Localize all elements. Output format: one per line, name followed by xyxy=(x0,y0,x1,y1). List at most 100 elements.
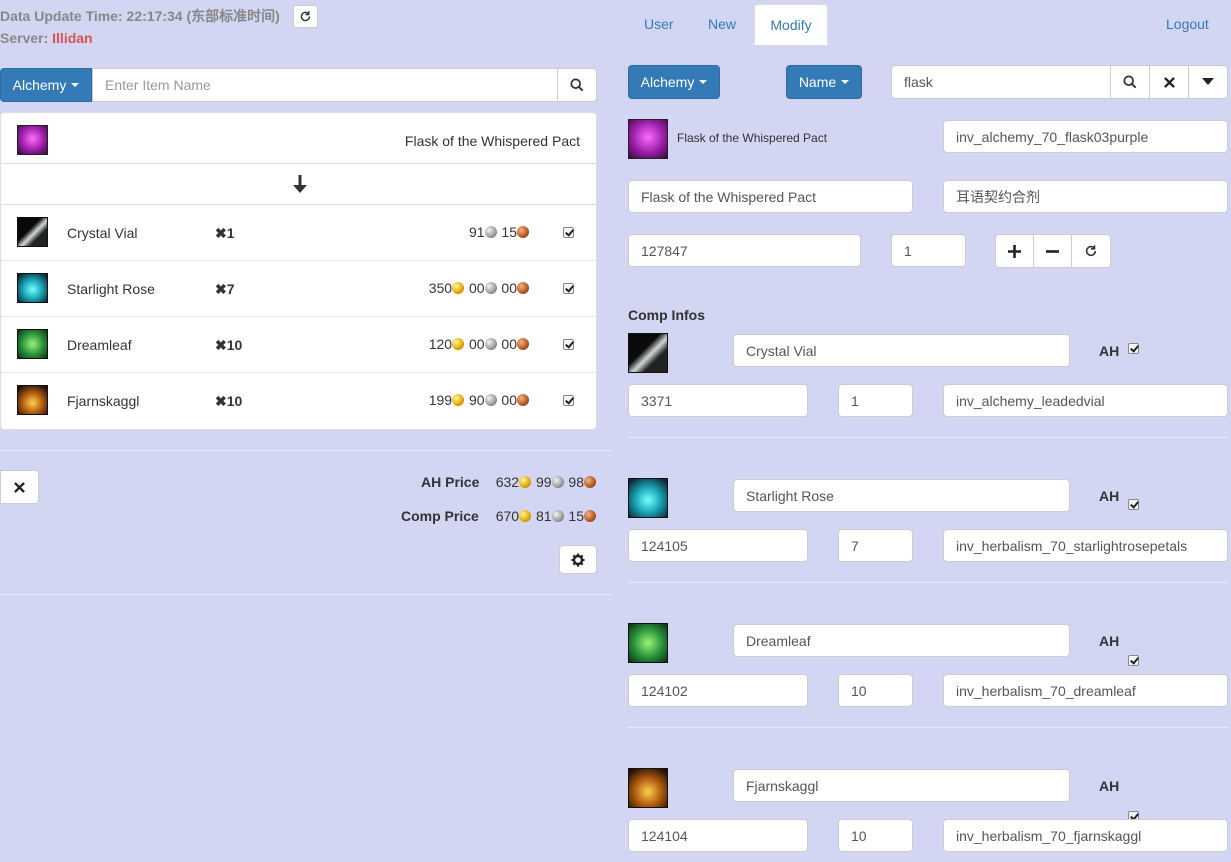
silver-coin-icon xyxy=(484,338,497,350)
ah-label: AH xyxy=(1099,778,1120,794)
flask-icon xyxy=(17,125,48,155)
silver-coin-icon xyxy=(484,282,497,294)
starlight-rose-icon xyxy=(17,273,48,303)
component-row[interactable]: Crystal Vial ✖1 91 15 xyxy=(1,205,596,261)
ah-price: 632 99 98 xyxy=(496,474,597,490)
comp-qty-input[interactable]: 10 xyxy=(838,674,913,707)
silver-amount: 00 xyxy=(468,280,485,296)
component-checkbox[interactable] xyxy=(563,395,574,406)
silver-amount: 00 xyxy=(468,336,485,352)
comp-icon-input[interactable]: inv_herbalism_70_dreamleaf xyxy=(943,674,1228,707)
comp-icon-input[interactable]: inv_alchemy_leadedvial xyxy=(943,384,1228,417)
product-name: Flask of the Whispered Pact xyxy=(404,133,580,149)
search-button[interactable] xyxy=(1110,65,1150,99)
copper-coin-icon xyxy=(517,338,529,350)
comp-id-input[interactable]: 124102 xyxy=(628,674,808,707)
comp-name-input[interactable]: Starlight Rose xyxy=(733,479,1070,512)
gold-coin-icon xyxy=(452,338,465,350)
plus-icon xyxy=(1008,244,1021,258)
copper-coin-icon xyxy=(584,476,596,488)
comp-icon-input[interactable]: inv_herbalism_70_fjarnskaggl xyxy=(943,819,1228,852)
starlight-rose-icon xyxy=(628,478,668,518)
dreamleaf-icon xyxy=(17,329,48,359)
name-en-input[interactable]: Flask of the Whispered Pact xyxy=(628,180,913,213)
logout-link[interactable]: Logout xyxy=(1151,4,1224,44)
chevron-down-icon xyxy=(841,80,850,84)
comp-name-input[interactable]: Crystal Vial xyxy=(733,334,1070,367)
component-price: 120 00 00 xyxy=(429,336,530,352)
divider xyxy=(628,582,1228,583)
server-name: Illidan xyxy=(52,30,93,46)
ah-checkbox[interactable] xyxy=(1128,343,1139,354)
search-button[interactable] xyxy=(557,68,597,102)
minus-icon xyxy=(1046,249,1059,253)
comp-name-input[interactable]: Dreamleaf xyxy=(733,624,1070,657)
component-name: Dreamleaf xyxy=(67,337,132,353)
comp-id-input[interactable]: 124104 xyxy=(628,819,808,852)
component-checkbox[interactable] xyxy=(563,283,574,294)
comp-id-input[interactable]: 3371 xyxy=(628,384,808,417)
caret-down-icon xyxy=(1202,78,1214,85)
item-name-display: Flask of the Whispered Pact xyxy=(677,131,828,145)
refresh-button[interactable] xyxy=(293,5,318,28)
component-qty: ✖1 xyxy=(215,225,235,241)
comp-qty-input[interactable]: 7 xyxy=(838,529,913,562)
category-label: Alchemy xyxy=(12,77,67,93)
component-row[interactable]: Fjarnskaggl ✖10 199 90 00 xyxy=(1,373,596,429)
component-price: 199 90 00 xyxy=(429,392,530,408)
copper-amount: 15 xyxy=(501,224,517,240)
category-dropdown[interactable]: Alchemy xyxy=(0,68,92,102)
ah-label: AH xyxy=(1099,633,1120,649)
search-icon xyxy=(570,78,584,92)
comp-name-input[interactable]: Fjarnskaggl xyxy=(733,769,1070,802)
item-search-input[interactable]: flask xyxy=(891,65,1111,99)
add-button[interactable] xyxy=(995,234,1034,268)
silver-coin-icon xyxy=(484,226,497,238)
silver-amount: 90 xyxy=(468,392,485,408)
ah-label: AH xyxy=(1099,343,1120,359)
copper-coin-icon xyxy=(517,226,529,238)
copper-amount: 00 xyxy=(501,392,517,408)
ah-checkbox[interactable] xyxy=(1128,499,1139,510)
crystal-vial-icon xyxy=(628,333,668,373)
copper-amount: 98 xyxy=(568,474,584,490)
component-row[interactable]: Starlight Rose ✖7 350 00 00 xyxy=(1,261,596,317)
remove-button[interactable] xyxy=(1033,234,1072,268)
icon-name-input[interactable]: inv_alchemy_70_flask03purple xyxy=(943,120,1228,153)
server-info: Server: Illidan xyxy=(0,30,93,46)
clear-button[interactable] xyxy=(1149,65,1189,99)
count-input[interactable]: 1 xyxy=(891,234,966,267)
options-dropdown-button[interactable] xyxy=(1188,65,1228,99)
component-row[interactable]: Dreamleaf ✖10 120 00 00 xyxy=(1,317,596,373)
field-dropdown[interactable]: Name xyxy=(786,65,862,99)
update-time: Data Update Time: 22:17:34 (东部标准时间) xyxy=(0,8,280,24)
settings-button[interactable] xyxy=(559,545,597,574)
component-name: Fjarnskaggl xyxy=(67,393,140,409)
tab-new[interactable]: New xyxy=(693,4,751,44)
tab-modify[interactable]: Modify xyxy=(754,4,828,45)
silver-coin-icon xyxy=(484,394,497,406)
comp-qty-input[interactable]: 10 xyxy=(838,819,913,852)
item-search-input[interactable]: Enter Item Name xyxy=(92,68,558,102)
divider xyxy=(628,437,1228,438)
divider xyxy=(0,450,612,451)
item-id-input[interactable]: 127847 xyxy=(628,234,861,267)
product-card[interactable]: Flask of the Whispered Pact xyxy=(0,112,597,164)
ah-checkbox[interactable] xyxy=(1128,655,1139,666)
comp-qty-input[interactable]: 1 xyxy=(838,384,913,417)
name-cn-input[interactable]: 耳语契约合剂 xyxy=(943,180,1228,213)
comp-icon-input[interactable]: inv_herbalism_70_starlightrosepetals xyxy=(943,529,1228,562)
component-checkbox[interactable] xyxy=(563,339,574,350)
divider xyxy=(628,727,1228,728)
component-checkbox[interactable] xyxy=(563,227,574,238)
copper-coin-icon xyxy=(584,510,596,522)
category-dropdown[interactable]: Alchemy xyxy=(628,65,720,99)
category-label: Alchemy xyxy=(640,74,695,90)
comp-id-input[interactable]: 124105 xyxy=(628,529,808,562)
close-button[interactable] xyxy=(0,470,39,504)
gold-amount: 350 xyxy=(428,280,453,296)
copper-amount: 00 xyxy=(501,280,517,296)
ah-price-label: AH Price xyxy=(421,474,480,490)
reset-button[interactable] xyxy=(1071,234,1111,268)
tab-user[interactable]: User xyxy=(629,4,689,44)
